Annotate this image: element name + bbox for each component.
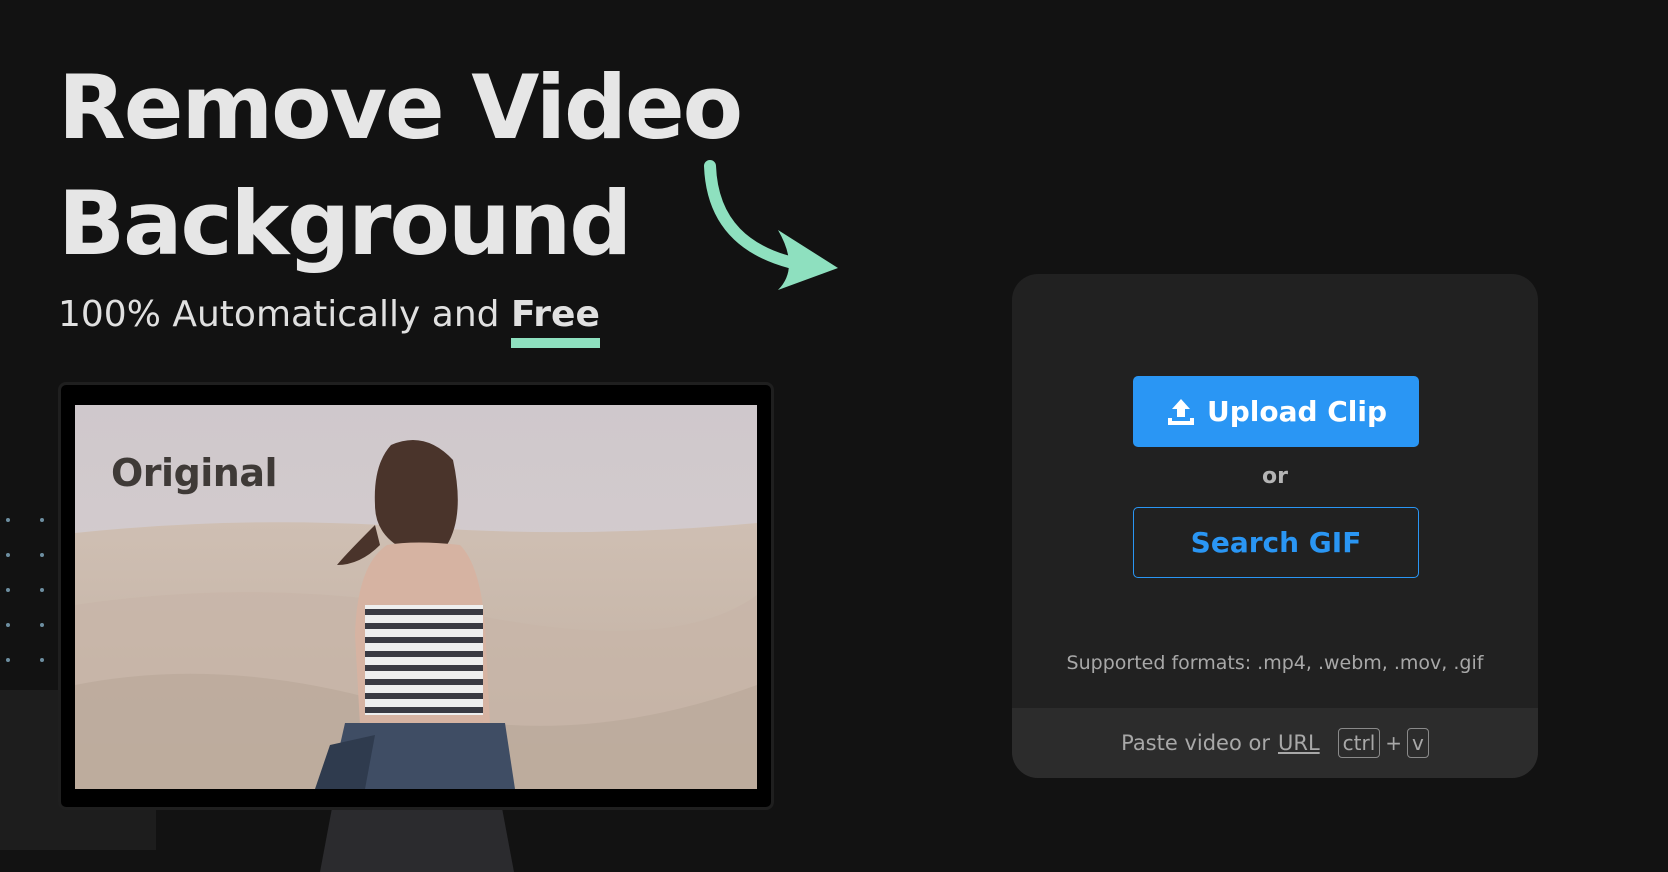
curved-arrow-icon — [704, 160, 838, 290]
monitor-stand — [320, 810, 514, 872]
preview-monitor: Original — [58, 382, 774, 810]
hero-title-line-1: Remove Video — [58, 56, 743, 159]
kbd-v: v — [1407, 728, 1429, 758]
upload-icon — [1167, 398, 1194, 425]
hero-title: Remove Video Background — [58, 50, 743, 282]
url-link[interactable]: URL — [1278, 731, 1320, 755]
paste-footer: Paste video or URL ctrl + v — [1012, 708, 1538, 778]
search-gif-button[interactable]: Search GIF — [1133, 507, 1419, 578]
kbd-ctrl: ctrl — [1337, 728, 1381, 758]
hero-subtitle: 100% Automatically and Free — [58, 292, 600, 348]
kbd-plus: + — [1385, 731, 1403, 755]
paste-text: Paste video or — [1121, 731, 1270, 755]
upload-clip-label: Upload Clip — [1206, 395, 1388, 428]
page: Remove Video Background 100% Automatical… — [0, 0, 1668, 872]
preview-video: Original — [75, 405, 757, 789]
subtitle-highlight-free: Free — [510, 292, 600, 348]
preview-label: Original — [111, 451, 278, 495]
subtitle-prefix: 100% Automatically and — [58, 294, 500, 335]
search-gif-label: Search GIF — [1190, 526, 1362, 559]
or-separator: or — [1262, 464, 1288, 489]
hero-title-line-2: Background — [58, 172, 632, 275]
supported-formats: Supported formats: .mp4, .webm, .mov, .g… — [1066, 652, 1484, 674]
upload-clip-button[interactable]: Upload Clip — [1133, 376, 1419, 447]
upload-card: Upload Clip or Search GIF Supported form… — [1012, 274, 1538, 778]
